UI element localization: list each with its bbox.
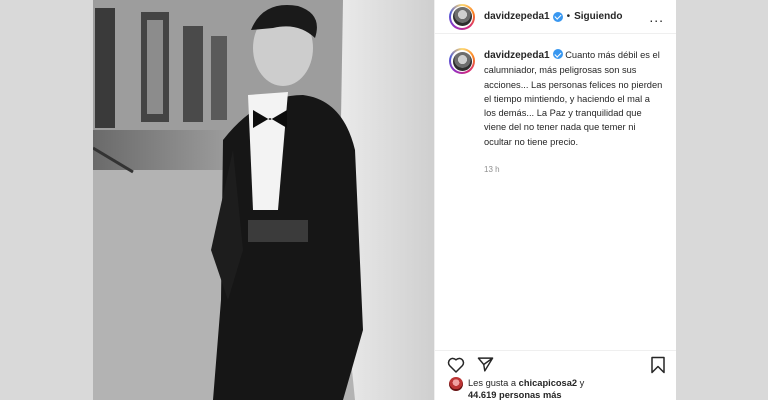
post-photo-image	[93, 0, 434, 400]
header-username[interactable]: davidzepeda1	[484, 11, 550, 22]
caption-text: Cuanto más débil es el calumniador, más …	[484, 50, 663, 147]
following-button[interactable]: Siguiendo	[574, 11, 622, 22]
share-icon[interactable]	[477, 356, 494, 373]
heart-icon[interactable]	[447, 356, 465, 373]
post-photo[interactable]	[93, 0, 434, 400]
post-sidebar: davidzepeda1 • Siguiendo ... davidzepeda…	[434, 0, 676, 400]
liker-avatar[interactable]	[449, 377, 463, 391]
likes-connector: y	[579, 378, 585, 388]
post-timestamp[interactable]: 13 h	[484, 163, 664, 177]
avatar[interactable]	[449, 3, 475, 30]
caption-username[interactable]: davidzepeda1	[484, 50, 550, 61]
more-options-icon[interactable]: ...	[649, 9, 664, 25]
likes-count[interactable]: 44.619 personas más	[468, 390, 562, 400]
likes-prefix: Les gusta a	[468, 378, 517, 388]
post-card: davidzepeda1 • Siguiendo ... davidzepeda…	[93, 0, 676, 400]
action-bar	[435, 350, 676, 374]
likes-summary: Les gusta a chicapicosa2 y 44.619 person…	[449, 377, 584, 400]
caption-block: davidzepeda1 Cuanto más débil es el calu…	[435, 34, 676, 177]
caption-verified-badge-icon	[552, 49, 563, 59]
bookmark-icon[interactable]	[650, 356, 666, 374]
post-header: davidzepeda1 • Siguiendo ...	[435, 0, 676, 34]
caption-avatar[interactable]	[449, 48, 475, 74]
liker-username[interactable]: chicapicosa2	[519, 378, 577, 388]
separator-dot: •	[566, 11, 571, 22]
caption-body: davidzepeda1 Cuanto más débil es el calu…	[484, 48, 664, 177]
verified-badge-icon	[552, 11, 563, 22]
